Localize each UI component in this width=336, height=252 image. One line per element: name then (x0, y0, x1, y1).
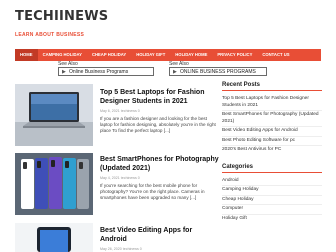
arrow-icon: ▶ (173, 69, 177, 75)
sidebar: Recent Posts Top 5 Best Laptops for Fash… (222, 82, 322, 223)
site-title[interactable]: TECHIINEWS (15, 9, 108, 24)
categories-list: Android Camping Holiday Cheap Holiday Co… (222, 177, 322, 224)
category-link-android[interactable]: Android (222, 177, 322, 186)
recent-post-link[interactable]: Best SmartPhones for Photography (Update… (222, 111, 322, 126)
nav-item-holiday-gift[interactable]: HOLIDAY GIFT (131, 49, 170, 61)
ad-unit-right: See Also ▶ ONLINE BUSINESS PROGRAMS (169, 61, 267, 79)
category-link-camping-holiday[interactable]: Camping Holiday (222, 186, 322, 195)
ad-link-label[interactable]: Online Business Programs (69, 69, 128, 75)
ad-link-label[interactable]: ONLINE BUSINESS PROGRAMS (180, 69, 256, 75)
post-title[interactable]: Best SmartPhones for Photography (Update… (100, 155, 220, 173)
ad-link-box[interactable]: ▶ ONLINE BUSINESS PROGRAMS (169, 67, 267, 76)
post-meta: May 26, 2020 techinews 0 (100, 247, 142, 251)
category-link-holiday-gift[interactable]: Holiday Gift (222, 215, 322, 224)
post-thumbnail-smartphones[interactable] (15, 153, 93, 215)
category-link-cheap-holiday[interactable]: Cheap Holiday (222, 196, 322, 205)
recent-post-link[interactable]: Best Video Editing Apps for Android (222, 127, 322, 136)
category-link-computer[interactable]: Computer (222, 205, 322, 214)
recent-post-link[interactable]: Top 5 Best Laptops for Fashion Designer … (222, 95, 322, 110)
post-title[interactable]: Top 5 Best Laptops for Fashion Designer … (100, 88, 220, 106)
site-header: TECHIINEWS LEARN ABOUT BUSINESS (0, 0, 336, 46)
nav-item-holiday-home[interactable]: HOLIDAY HOME (170, 49, 212, 61)
post-title[interactable]: Best Video Editing Apps for Android (100, 226, 220, 244)
nav-item-privacy-policy[interactable]: PRIVACY POLICY (212, 49, 257, 61)
site-tagline: LEARN ABOUT BUSINESS (15, 32, 85, 38)
post-meta: May 4, 2021 techinews 0 (100, 176, 140, 180)
nav-item-cheap-holiday[interactable]: CHEAP HOLIDAY (87, 49, 131, 61)
arrow-icon: ▶ (62, 69, 66, 75)
post-thumbnail-video-apps[interactable] (15, 223, 93, 252)
nav-item-contact-us[interactable]: CONTACT US (257, 49, 294, 61)
main-nav: HOME CAMPING HOLIDAY CHEAP HOLIDAY HOLID… (15, 49, 321, 61)
recent-posts-list: Top 5 Best Laptops for Fashion Designer … (222, 95, 322, 155)
nav-item-camping-holiday[interactable]: CAMPING HOLIDAY (38, 49, 87, 61)
categories-heading: Categories (222, 163, 254, 170)
post-excerpt: If you're searching for the best mobile … (100, 183, 205, 201)
heading-divider (222, 90, 322, 91)
ad-unit-left: See Also ▶ Online Business Programs (58, 61, 154, 79)
ad-link-box[interactable]: ▶ Online Business Programs (58, 67, 154, 76)
post-meta: May 6, 2021 techinews 0 (100, 109, 140, 113)
recent-post-link[interactable]: Best Photo Editing Software for pc (222, 137, 322, 146)
heading-divider (222, 171, 322, 173)
recent-post-link[interactable]: 2020's Best Antivirus for PC (222, 146, 322, 155)
post-thumbnail-laptop[interactable] (15, 84, 93, 146)
nav-item-home[interactable]: HOME (15, 49, 38, 61)
recent-posts-heading: Recent Posts (222, 82, 261, 88)
post-excerpt: If you are a fashion designer and lookin… (100, 116, 216, 134)
